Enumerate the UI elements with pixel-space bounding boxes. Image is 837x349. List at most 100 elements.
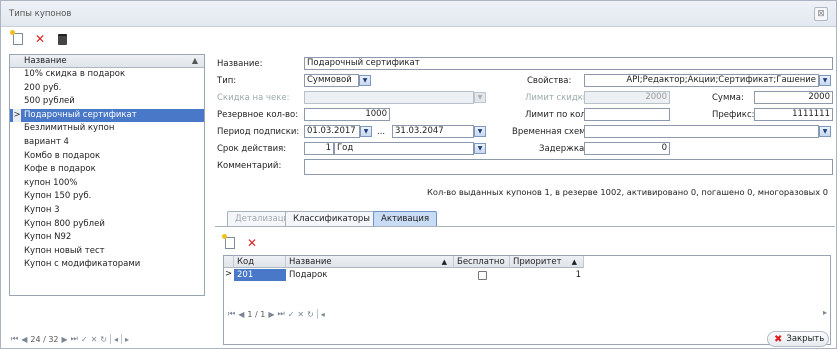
grid-header-code[interactable]: Код (234, 256, 286, 268)
comment-label: Комментарий: (217, 161, 282, 171)
scroll-left-icon[interactable]: ◂ (321, 310, 325, 319)
validity-num-field[interactable]: 1 (304, 142, 334, 155)
prev-page-icon[interactable]: ◀ (238, 310, 244, 319)
confirm-icon[interactable]: ✓ (81, 335, 88, 344)
grid-pager-text: 1 / 1 (247, 309, 266, 319)
coupon-stats: Кол-во выданных купонов 1, в резерве 100… (427, 187, 829, 197)
list-item[interactable]: Купон 3 (10, 204, 204, 218)
table-row[interactable]: > 201 Подарок 1 (224, 268, 584, 282)
grid-pager: ⏮ ◀ 1 / 1 ▶ ⏭ ✓ ✕ ↻ ◂ (228, 308, 325, 320)
scroll-left-icon[interactable]: ◂ (114, 335, 118, 344)
scroll-right-icon[interactable]: ▸ (125, 335, 129, 344)
close-button[interactable]: ✖ Закрыть (767, 331, 829, 347)
schedule-label: Временная схема: (512, 127, 594, 137)
period-from-dropdown-icon[interactable]: ▼ (360, 126, 372, 137)
last-page-icon[interactable]: ⏭ (277, 309, 284, 319)
coupon-list: Название ▲ 10% скидка в подарок 200 руб. 5… (9, 54, 205, 296)
discount-dropdown-icon: ▼ (474, 92, 486, 103)
delete-row-icon[interactable]: ✕ (245, 236, 259, 250)
delay-field[interactable]: 0 (584, 142, 670, 155)
first-page-icon[interactable]: ⏮ (228, 309, 235, 319)
cancel-icon[interactable]: ✕ (297, 310, 304, 319)
limit-discount-label: Лимит скидки: (525, 93, 592, 103)
list-item[interactable]: Подарочный сертификат (10, 108, 204, 123)
activation-grid: Код Название ▲ Бесплатно Приоритет ▲ > 2… (223, 255, 831, 345)
props-select[interactable]: API;Редактор;Акции;Сертификат;Гашение (584, 74, 819, 87)
close-icon: ✖ (774, 333, 783, 345)
row-free-checkbox[interactable] (478, 271, 487, 280)
reserve-field[interactable]: 1000 (304, 108, 390, 121)
period-to-field[interactable]: 31.03.2047 (392, 125, 474, 138)
grid-header-free[interactable]: Бесплатно (454, 256, 510, 268)
list-item[interactable]: Купон N92 (10, 231, 204, 245)
period-to-dropdown-icon[interactable]: ▼ (474, 126, 486, 137)
list-item[interactable]: 10% скидка в подарок (10, 68, 204, 82)
sort-asc-icon: ▲ (191, 56, 198, 65)
row-selector-icon: > (225, 269, 233, 279)
coupon-types-window: Типы купонов ⊠ ✕ Название ▲ 10% скидка в… (0, 0, 837, 349)
type-select[interactable]: Суммовой (304, 74, 359, 87)
list-item[interactable]: Купон 150 руб. (10, 190, 204, 204)
props-label: Свойства: (527, 76, 572, 86)
first-page-icon[interactable]: ⏮ (11, 334, 18, 344)
list-header[interactable]: Название ▲ (10, 55, 204, 68)
grid-header-name-label: Название (289, 257, 332, 267)
last-page-icon[interactable]: ⏭ (71, 334, 78, 344)
list-toolbar: ✕ (10, 30, 69, 47)
validity-unit-select[interactable]: Год (334, 142, 474, 155)
list-pager-text: 24 / 32 (30, 334, 59, 344)
type-dropdown-icon[interactable]: ▼ (359, 75, 371, 86)
period-from-field[interactable]: 01.03.2017 (304, 125, 360, 138)
sort-asc-icon: ▲ (441, 258, 447, 266)
sum-label: Сумма: (712, 93, 744, 103)
schedule-dropdown-icon[interactable]: ▼ (819, 126, 831, 137)
window-close-button[interactable]: ⊠ (814, 7, 828, 21)
name-label: Название: (217, 59, 263, 69)
name-field[interactable]: Подарочный сертификат (304, 57, 833, 70)
schedule-select[interactable] (584, 125, 819, 138)
comment-field[interactable] (304, 159, 833, 175)
list-item[interactable]: 500 рублей (10, 95, 204, 109)
grid-header-priority-label: Приоритет (513, 257, 562, 267)
props-dropdown-icon[interactable]: ▼ (819, 75, 831, 86)
grid-header-priority[interactable]: Приоритет ▲ (510, 256, 584, 268)
refresh-icon[interactable]: ↻ (307, 310, 314, 319)
list-body: 10% скидка в подарок200 руб.500 рублейПо… (10, 68, 204, 272)
refresh-icon[interactable]: ↻ (100, 335, 107, 344)
limit-qty-field[interactable] (584, 108, 670, 121)
row-name: Подарок (289, 270, 328, 280)
trash-icon[interactable] (55, 32, 69, 46)
grid-corner (224, 256, 234, 268)
list-item[interactable]: купон 100% (10, 177, 204, 191)
limit-discount-field: 2000 (584, 91, 670, 104)
confirm-icon[interactable]: ✓ (288, 310, 295, 319)
discount-label: Скидка на чеке: (217, 93, 290, 103)
grid-toolbar: ✕ (222, 234, 259, 251)
new-icon[interactable] (10, 30, 25, 46)
delete-icon[interactable]: ✕ (33, 32, 47, 46)
next-page-icon[interactable]: ▶ (62, 335, 68, 344)
list-item[interactable]: Купон с модификаторами (10, 258, 204, 272)
list-item[interactable]: 200 руб. (10, 82, 204, 96)
list-item[interactable]: Комбо в подарок (10, 150, 204, 164)
tab-divider (215, 226, 835, 227)
new-row-icon[interactable] (222, 234, 237, 250)
tab-activation[interactable]: Активация (373, 211, 438, 226)
list-item[interactable]: вариант 4 (10, 136, 204, 150)
list-item[interactable]: Купон 800 рублей (10, 218, 204, 232)
row-priority: 1 (575, 270, 581, 280)
sum-field[interactable]: 2000 (754, 91, 833, 104)
prefix-field[interactable]: 1111111 (754, 108, 833, 121)
list-item[interactable]: Кофе в подарок (10, 163, 204, 177)
cancel-icon[interactable]: ✕ (91, 335, 98, 344)
scroll-right-icon[interactable]: ▸ (823, 308, 827, 317)
window-title: Типы купонов (9, 9, 72, 19)
list-item[interactable]: Безлимитный купон (10, 122, 204, 136)
list-item[interactable]: Купон новый тест (10, 245, 204, 259)
title-bar: Типы купонов ⊠ (1, 1, 836, 27)
discount-select (304, 91, 474, 104)
prev-page-icon[interactable]: ◀ (21, 335, 27, 344)
grid-header-name[interactable]: Название ▲ (286, 256, 454, 268)
next-page-icon[interactable]: ▶ (268, 310, 274, 319)
validity-unit-dropdown-icon[interactable]: ▼ (474, 143, 486, 154)
